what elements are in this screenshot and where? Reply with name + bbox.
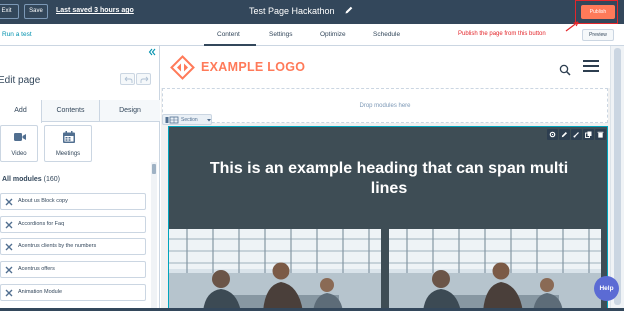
page-canvas: EXAMPLE LOGO Drop modules here Section T… bbox=[161, 46, 624, 311]
hero-section[interactable]: This is an example heading that can span… bbox=[168, 126, 608, 311]
tab-content[interactable]: Content bbox=[217, 31, 240, 38]
calendar-icon bbox=[63, 131, 75, 143]
module-tile-video[interactable]: Video bbox=[0, 125, 38, 162]
left-sidebar: Edit page Add Contents Design Video Meet… bbox=[0, 46, 160, 311]
editor-tab-bar: Run a test Content Settings Optimize Sch… bbox=[0, 24, 624, 46]
section-grid-icon bbox=[165, 116, 179, 124]
module-label: Acentrus clients by the numbers bbox=[18, 243, 97, 249]
module-item[interactable]: Animation Module bbox=[0, 284, 146, 301]
module-item[interactable]: About us Block copy bbox=[0, 193, 146, 210]
tab-design[interactable]: Design bbox=[100, 100, 160, 122]
last-saved-link[interactable]: Last saved 3 hours ago bbox=[56, 7, 134, 14]
collapse-panel-icon[interactable] bbox=[148, 48, 156, 56]
logo-text: EXAMPLE LOGO bbox=[201, 60, 306, 74]
redo-button[interactable] bbox=[136, 73, 151, 85]
tile-label: Video bbox=[11, 151, 27, 157]
chevron-down-icon[interactable] bbox=[206, 116, 212, 124]
tab-contents[interactable]: Contents bbox=[42, 100, 100, 122]
sidebar-scrollbar-thumb[interactable] bbox=[152, 164, 156, 174]
tab-settings[interactable]: Settings bbox=[269, 31, 293, 38]
redo-icon bbox=[140, 76, 149, 83]
all-modules-count: (160) bbox=[43, 176, 60, 183]
logo-icon bbox=[170, 55, 195, 80]
tile-label: Meetings bbox=[55, 151, 81, 157]
section-clone-button[interactable] bbox=[583, 129, 594, 140]
pencil-icon bbox=[561, 132, 567, 138]
gear-icon bbox=[549, 131, 556, 138]
all-modules-header: All modules (160) bbox=[2, 176, 60, 183]
module-label: Accordions for Faq bbox=[18, 221, 65, 227]
module-item[interactable]: Acentrus clients by the numbers bbox=[0, 238, 146, 255]
all-modules-label: All modules bbox=[2, 176, 42, 183]
module-x-icon bbox=[5, 221, 13, 229]
module-label: About us Block copy bbox=[18, 198, 68, 204]
page-editor: Exit Save Last saved 3 hours ago Test Pa… bbox=[0, 0, 624, 311]
section-label: Section bbox=[181, 117, 198, 123]
panel-tabs: Add Contents Design bbox=[0, 100, 160, 123]
section-settings-button[interactable] bbox=[547, 129, 558, 140]
section-toolbar bbox=[547, 129, 607, 140]
drop-zone-text: Drop modules here bbox=[359, 103, 411, 109]
canvas-scrollbar-thumb[interactable] bbox=[614, 48, 621, 305]
hamburger-menu-icon[interactable] bbox=[583, 59, 599, 73]
search-icon[interactable] bbox=[559, 64, 571, 76]
exit-button[interactable]: Exit bbox=[0, 4, 19, 19]
tab-schedule[interactable]: Schedule bbox=[373, 31, 400, 38]
help-button[interactable]: Help bbox=[594, 276, 619, 301]
drop-zone[interactable]: Drop modules here bbox=[162, 88, 608, 123]
module-x-icon bbox=[5, 243, 13, 251]
tab-add[interactable]: Add bbox=[0, 100, 42, 123]
trash-icon bbox=[597, 131, 604, 138]
module-x-icon bbox=[5, 289, 13, 297]
section-label-chip[interactable]: Section bbox=[162, 114, 212, 125]
canvas-scrollbar[interactable] bbox=[610, 46, 624, 311]
undo-icon bbox=[124, 76, 133, 83]
module-x-icon bbox=[5, 198, 13, 206]
top-bar: Exit Save Last saved 3 hours ago Test Pa… bbox=[0, 0, 624, 24]
module-item[interactable]: Accordions for Faq bbox=[0, 216, 146, 233]
save-button[interactable]: Save bbox=[24, 4, 48, 19]
page-title: Test Page Hackathon bbox=[249, 6, 335, 16]
section-edit-button[interactable] bbox=[559, 129, 570, 140]
module-tile-meetings[interactable]: Meetings bbox=[44, 125, 92, 162]
hero-image-left[interactable] bbox=[169, 229, 381, 311]
hero-image-right[interactable] bbox=[389, 229, 601, 311]
run-test-link[interactable]: Run a test bbox=[2, 31, 32, 38]
sidebar-scrollbar[interactable] bbox=[151, 162, 157, 311]
video-icon bbox=[14, 133, 26, 141]
module-label: Animation Module bbox=[18, 289, 63, 295]
brush-icon bbox=[573, 132, 579, 138]
undo-button[interactable] bbox=[120, 73, 135, 85]
preview-button[interactable]: Preview bbox=[582, 29, 614, 41]
hero-heading[interactable]: This is an example heading that can span… bbox=[199, 159, 579, 199]
tab-optimize[interactable]: Optimize bbox=[320, 31, 346, 38]
site-header[interactable]: EXAMPLE LOGO bbox=[161, 46, 610, 88]
module-x-icon bbox=[5, 266, 13, 274]
publish-annotation-box bbox=[575, 0, 618, 24]
module-label: Acentrus offers bbox=[18, 266, 55, 272]
pencil-icon[interactable] bbox=[344, 5, 354, 15]
clone-icon bbox=[585, 131, 592, 138]
panel-title: Edit page bbox=[0, 75, 41, 86]
module-item[interactable]: Acentrus offers bbox=[0, 261, 146, 278]
section-style-button[interactable] bbox=[571, 129, 582, 140]
section-delete-button[interactable] bbox=[595, 129, 606, 140]
publish-annotation-text: Publish the page from this button bbox=[458, 31, 546, 37]
